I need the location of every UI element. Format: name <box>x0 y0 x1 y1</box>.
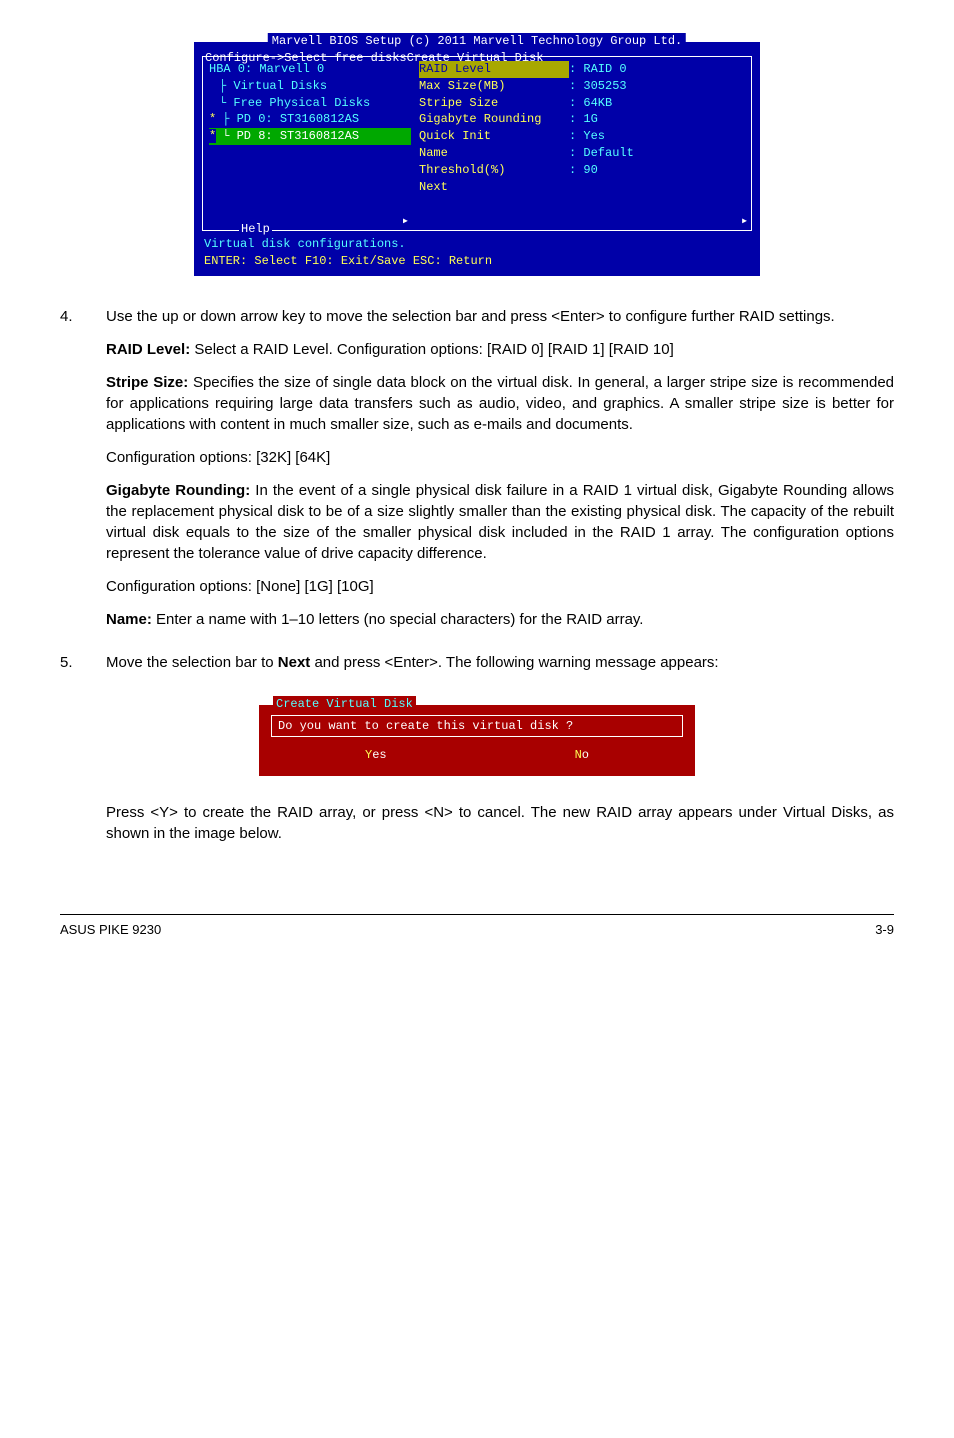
gigabyte-row: Gigabyte Rounding: 1G <box>419 111 745 128</box>
footer-right: 3-9 <box>875 921 894 939</box>
raid-level-bold: RAID Level: <box>106 341 190 358</box>
name-desc: Name: Enter a name with 1–10 letters (no… <box>106 609 894 630</box>
bios-footer: Virtual disk configurations. ENTER: Sele… <box>194 233 760 276</box>
no-text: o <box>582 748 589 762</box>
step5-p1: Move the selection bar to Next and press… <box>106 652 894 673</box>
no-button: No <box>575 747 589 764</box>
pd8-line: *└ PD 8: ST3160812AS <box>209 128 411 145</box>
gigabyte-bold: Gigabyte Rounding: <box>106 482 250 499</box>
after-text-block: Press <Y> to create the RAID array, or p… <box>106 802 894 844</box>
bios-settings: RAID Level: RAID 0 Max Size(MB): 305253 … <box>419 61 745 226</box>
step-number: 5. <box>60 652 106 685</box>
page-footer: ASUS PIKE 9230 3-9 <box>60 914 894 939</box>
dialog-message: Do you want to create this virtual disk … <box>271 715 683 738</box>
gigabyte-label: Gigabyte Rounding <box>419 111 569 128</box>
hba-line: HBA 0: Marvell 0 <box>209 61 411 78</box>
name-text: Enter a name with 1–10 letters (no speci… <box>152 611 644 628</box>
next-label: Next <box>419 179 569 196</box>
stripe-value: : 64KB <box>569 95 612 112</box>
bios-tree: HBA 0: Marvell 0 ├ Virtual Disks └ Free … <box>209 61 419 226</box>
quick-init-value: : Yes <box>569 128 605 145</box>
raid-level-row: RAID Level: RAID 0 <box>419 61 745 78</box>
step4-p1: Use the up or down arrow key to move the… <box>106 306 894 327</box>
bios-inner: HBA 0: Marvell 0 ├ Virtual Disks └ Free … <box>202 56 752 231</box>
step-5: 5. Move the selection bar to Next and pr… <box>60 652 894 685</box>
max-size-label: Max Size(MB) <box>419 78 569 95</box>
threshold-row: Threshold(%): 90 <box>419 162 745 179</box>
footer-left: ASUS PIKE 9230 <box>60 921 161 939</box>
step-4: 4. Use the up or down arrow key to move … <box>60 306 894 642</box>
name-row: Name: Default <box>419 145 745 162</box>
bios-title: Marvell BIOS Setup (c) 2011 Marvell Tech… <box>268 33 686 50</box>
name-bold: Name: <box>106 611 152 628</box>
step5-bold: Next <box>278 654 311 671</box>
quick-init-row: Quick Init: Yes <box>419 128 745 145</box>
raid-level-value: : RAID 0 <box>569 61 627 78</box>
gigabyte-desc: Gigabyte Rounding: In the event of a sin… <box>106 480 894 564</box>
footer-line2: ENTER: Select F10: Exit/Save ESC: Return <box>204 253 750 270</box>
step5-text-c: and press <Enter>. The following warning… <box>310 654 718 671</box>
threshold-value: : 90 <box>569 162 598 179</box>
after-text: Press <Y> to create the RAID array, or p… <box>106 802 894 844</box>
step-number: 4. <box>60 306 106 642</box>
vdisks-label: Virtual Disks <box>233 79 327 93</box>
stripe-desc: Stripe Size: Specifies the size of singl… <box>106 372 894 435</box>
gigabyte-cfg: Configuration options: [None] [1G] [10G] <box>106 576 894 597</box>
quick-init-label: Quick Init <box>419 128 569 145</box>
scroll-right-icon: ▶ <box>403 216 408 227</box>
name-label: Name <box>419 145 569 162</box>
no-hotkey: N <box>575 748 582 762</box>
name-value: : Default <box>569 145 634 162</box>
stripe-label: Stripe Size <box>419 95 569 112</box>
pd0-label: PD 0: ST3160812AS <box>237 112 359 126</box>
pd8-label: PD 8: ST3160812AS <box>237 129 359 143</box>
raid-level-desc: RAID Level: Select a RAID Level. Configu… <box>106 339 894 360</box>
gigabyte-value: : 1G <box>569 111 598 128</box>
yes-text: es <box>372 748 386 762</box>
create-vdisk-dialog: Create Virtual Disk Do you want to creat… <box>257 703 697 779</box>
dialog-title: Create Virtual Disk <box>273 696 416 713</box>
stripe-row: Stripe Size: 64KB <box>419 95 745 112</box>
raid-level-label: RAID Level <box>419 61 569 78</box>
step5-text-a: Move the selection bar to <box>106 654 278 671</box>
next-row: Next <box>419 179 745 196</box>
stripe-cfg: Configuration options: [32K] [64K] <box>106 447 894 468</box>
stripe-bold: Stripe Size: <box>106 374 188 391</box>
max-size-value: : 305253 <box>569 78 627 95</box>
pdisks-label: Free Physical Disks <box>233 96 370 110</box>
vdisks-line: ├ Virtual Disks <box>209 78 411 95</box>
max-size-row: Max Size(MB): 305253 <box>419 78 745 95</box>
help-label: Help <box>239 221 272 238</box>
footer-line1: Virtual disk configurations. <box>204 236 750 253</box>
yes-button: Yes <box>365 747 387 764</box>
scroll-right-icon: ▶ <box>742 216 747 227</box>
stripe-text: Specifies the size of single data block … <box>106 374 894 433</box>
pdisks-line: └ Free Physical Disks <box>209 95 411 112</box>
threshold-label: Threshold(%) <box>419 162 569 179</box>
dialog-buttons: Yes No <box>271 747 683 764</box>
raid-level-text: Select a RAID Level. Configuration optio… <box>190 341 674 358</box>
bios-screenshot: Marvell BIOS Setup (c) 2011 Marvell Tech… <box>192 40 762 278</box>
pd0-line: *├ PD 0: ST3160812AS <box>209 111 411 128</box>
